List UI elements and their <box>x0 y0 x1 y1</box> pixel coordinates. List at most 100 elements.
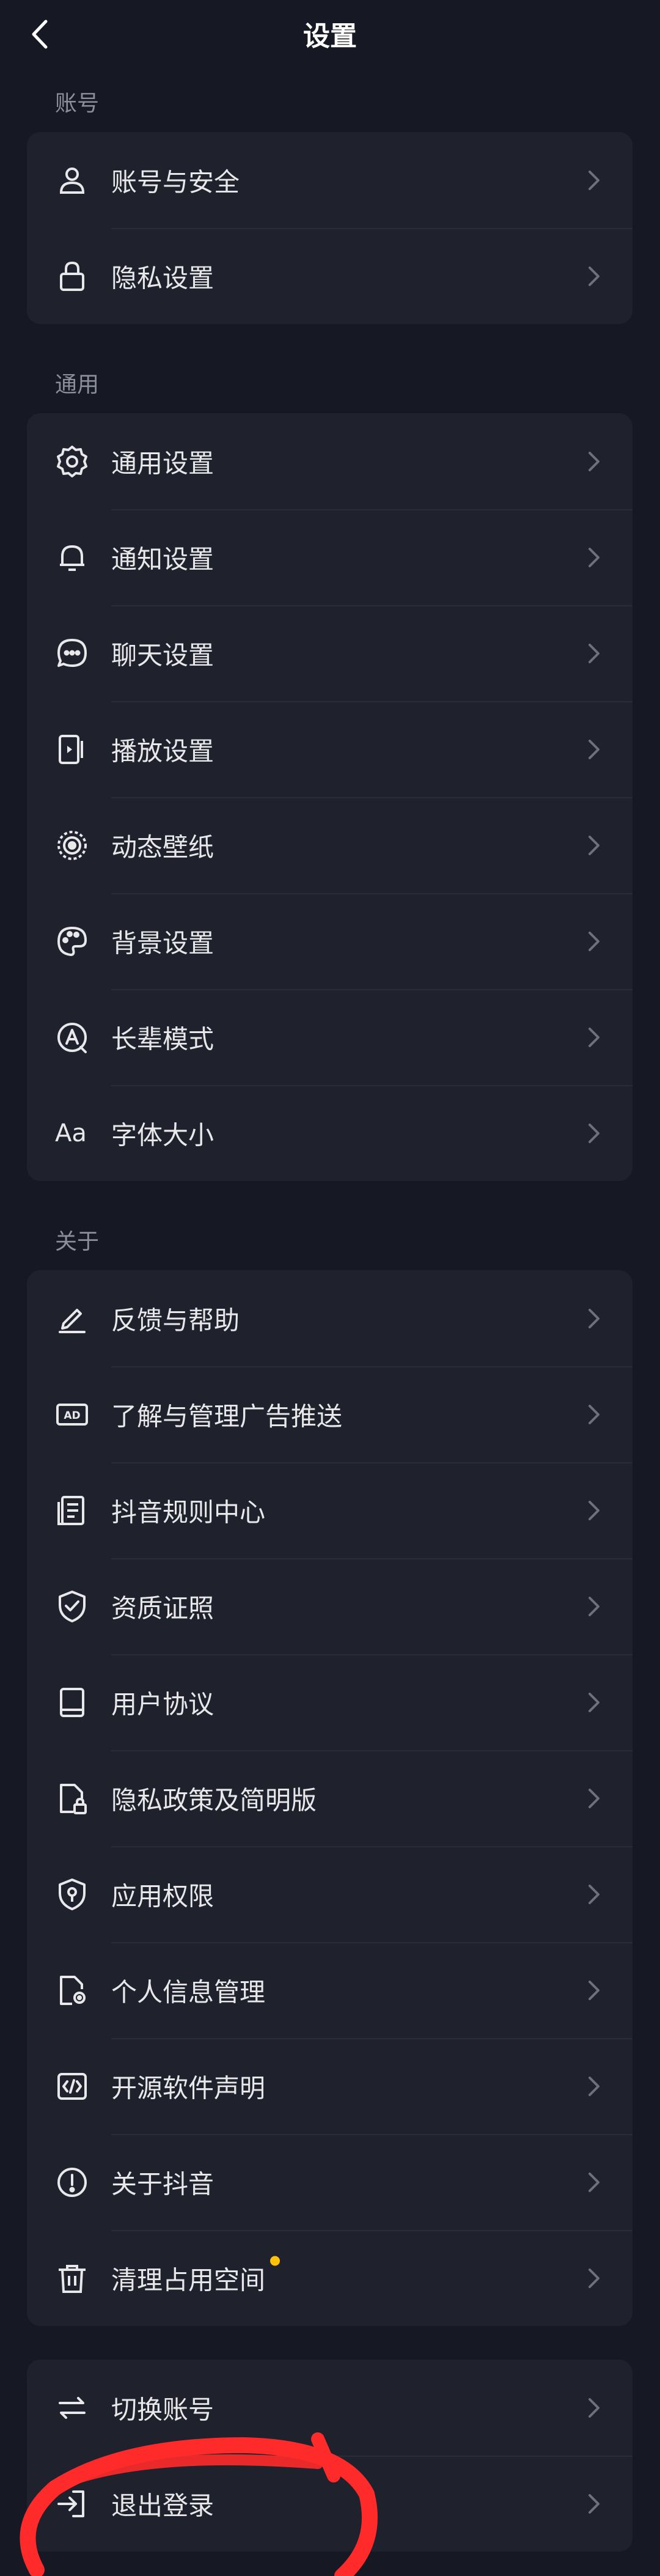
chevron-right-icon <box>588 739 600 759</box>
chevron-right-icon <box>588 1692 600 1712</box>
settings-row-label: 切换账号 <box>111 2394 215 2424</box>
chevron-right-icon <box>588 1884 600 1904</box>
file-lock-icon <box>55 1781 89 1816</box>
settings-row-ad-management[interactable]: AD 了解与管理广告推送 <box>27 1366 632 1462</box>
chevron-right-icon <box>588 266 600 286</box>
user-icon <box>55 163 89 197</box>
code-icon <box>55 2069 89 2103</box>
trash-icon <box>55 2261 89 2295</box>
settings-row-elder-mode[interactable]: 长辈模式 <box>27 989 632 1085</box>
logout-icon <box>55 2487 89 2521</box>
settings-row-general[interactable]: 通用设置 <box>27 413 632 509</box>
settings-row-label: 聊天设置 <box>111 640 215 670</box>
settings-row-label: 资质证照 <box>111 1593 215 1623</box>
svg-text:AD: AD <box>64 1410 80 1422</box>
info-icon <box>55 2165 89 2199</box>
settings-row-label: 播放设置 <box>111 736 215 766</box>
ad-icon: AD <box>55 1397 89 1432</box>
settings-row-switch-account[interactable]: 切换账号 <box>27 2360 632 2456</box>
settings-row-label: 用户协议 <box>111 1689 215 1719</box>
header: 设置 <box>0 0 660 67</box>
chevron-right-icon <box>588 170 600 190</box>
lock-icon <box>55 259 89 293</box>
settings-row-label: 抖音规则中心 <box>111 1497 266 1527</box>
settings-row-clear-storage[interactable]: 清理占用空间 <box>27 2230 632 2326</box>
settings-row-label: 字体大小 <box>111 1120 215 1150</box>
palette-icon <box>55 924 89 959</box>
settings-row-label: 账号与安全 <box>111 167 240 197</box>
chevron-right-icon <box>588 1788 600 1808</box>
switch-icon <box>55 2391 89 2425</box>
chevron-right-icon <box>588 1308 600 1328</box>
chevron-right-icon <box>588 1500 600 1520</box>
general-card: 通用设置 通知设置 聊天设置 播放设置 动态壁纸 背景设置 长辈模式 Aa 字体… <box>27 413 632 1181</box>
settings-row-label: 隐私政策及简明版 <box>111 1785 317 1815</box>
chevron-right-icon <box>588 1980 600 2000</box>
chevron-right-icon <box>588 1123 600 1143</box>
settings-row-label: 个人信息管理 <box>111 1977 266 2007</box>
chevron-right-icon <box>588 2172 600 2192</box>
settings-row-feedback[interactable]: 反馈与帮助 <box>27 1270 632 1366</box>
settings-row-user-agreement[interactable]: 用户协议 <box>27 1654 632 1750</box>
chevron-right-icon <box>588 2493 600 2514</box>
settings-row-chat[interactable]: 聊天设置 <box>27 605 632 701</box>
section-title-general: 通用 <box>55 372 100 397</box>
session-card: 切换账号 退出登录 <box>27 2360 632 2552</box>
font-size-icon: Aa <box>55 1119 87 1147</box>
settings-row-label: 背景设置 <box>111 928 215 958</box>
chevron-right-icon <box>588 835 600 855</box>
settings-row-rules-center[interactable]: 抖音规则中心 <box>27 1462 632 1558</box>
settings-row-label: 长辈模式 <box>111 1024 215 1054</box>
bell-icon <box>55 540 89 575</box>
chevron-right-icon <box>588 643 600 663</box>
settings-row-playback[interactable]: 播放设置 <box>27 701 632 797</box>
chevron-right-icon <box>588 547 600 567</box>
chat-icon <box>55 636 89 671</box>
settings-row-label: 通用设置 <box>111 448 215 478</box>
settings-row-label: 通知设置 <box>111 544 215 574</box>
account-card: 账号与安全 隐私设置 <box>27 132 632 324</box>
chevron-right-icon <box>588 931 600 951</box>
chevron-right-icon <box>588 1596 600 1616</box>
chevron-right-icon <box>588 451 600 471</box>
settings-row-background[interactable]: 背景设置 <box>27 893 632 989</box>
chevron-right-icon <box>588 1027 600 1047</box>
settings-row-label: 清理占用空间 <box>111 2256 280 2297</box>
settings-row-account-security[interactable]: 账号与安全 <box>27 132 632 228</box>
elder-mode-icon <box>55 1020 89 1054</box>
chevron-right-icon <box>588 1404 600 1424</box>
settings-row-label: 退出登录 <box>111 2490 215 2520</box>
edit-icon <box>55 1301 89 1336</box>
live-wallpaper-icon <box>55 828 89 863</box>
document-icon <box>55 1493 89 1528</box>
settings-row-notification[interactable]: 通知设置 <box>27 509 632 605</box>
settings-row-open-source[interactable]: 开源软件声明 <box>27 2038 632 2134</box>
settings-row-logout[interactable]: 退出登录 <box>27 2456 632 2552</box>
settings-row-live-wallpaper[interactable]: 动态壁纸 <box>27 797 632 893</box>
book-icon <box>55 1685 89 1720</box>
settings-row-label: 应用权限 <box>111 1881 215 1911</box>
settings-row-font-size[interactable]: Aa 字体大小 <box>27 1085 632 1181</box>
section-title-about: 关于 <box>55 1229 100 1254</box>
gear-icon <box>55 444 89 479</box>
settings-row-privacy[interactable]: 隐私设置 <box>27 228 632 324</box>
section-title-account: 账号 <box>55 91 100 116</box>
settings-row-label: 隐私设置 <box>111 263 215 293</box>
settings-row-personal-info[interactable]: 个人信息管理 <box>27 1942 632 2038</box>
settings-row-privacy-policy[interactable]: 隐私政策及简明版 <box>27 1750 632 1846</box>
settings-row-label: 反馈与帮助 <box>111 1305 240 1335</box>
page-title: 设置 <box>303 21 357 52</box>
settings-row-about-douyin[interactable]: 关于抖音 <box>27 2134 632 2230</box>
location-shield-icon <box>55 1877 89 1912</box>
settings-row-app-permissions[interactable]: 应用权限 <box>27 1846 632 1942</box>
settings-row-label: 了解与管理广告推送 <box>111 1401 343 1431</box>
notification-dot <box>270 2256 280 2265</box>
about-card: 反馈与帮助 AD 了解与管理广告推送 抖音规则中心 资质证照 用户协议 隐私政策… <box>27 1270 632 2326</box>
settings-row-qualifications[interactable]: 资质证照 <box>27 1558 632 1654</box>
play-settings-icon <box>55 732 89 767</box>
chevron-right-icon <box>588 2398 600 2418</box>
file-settings-icon <box>55 1973 89 2007</box>
settings-row-label: 开源软件声明 <box>111 2073 266 2103</box>
settings-row-label: 关于抖音 <box>111 2169 215 2199</box>
chevron-right-icon <box>588 2076 600 2096</box>
